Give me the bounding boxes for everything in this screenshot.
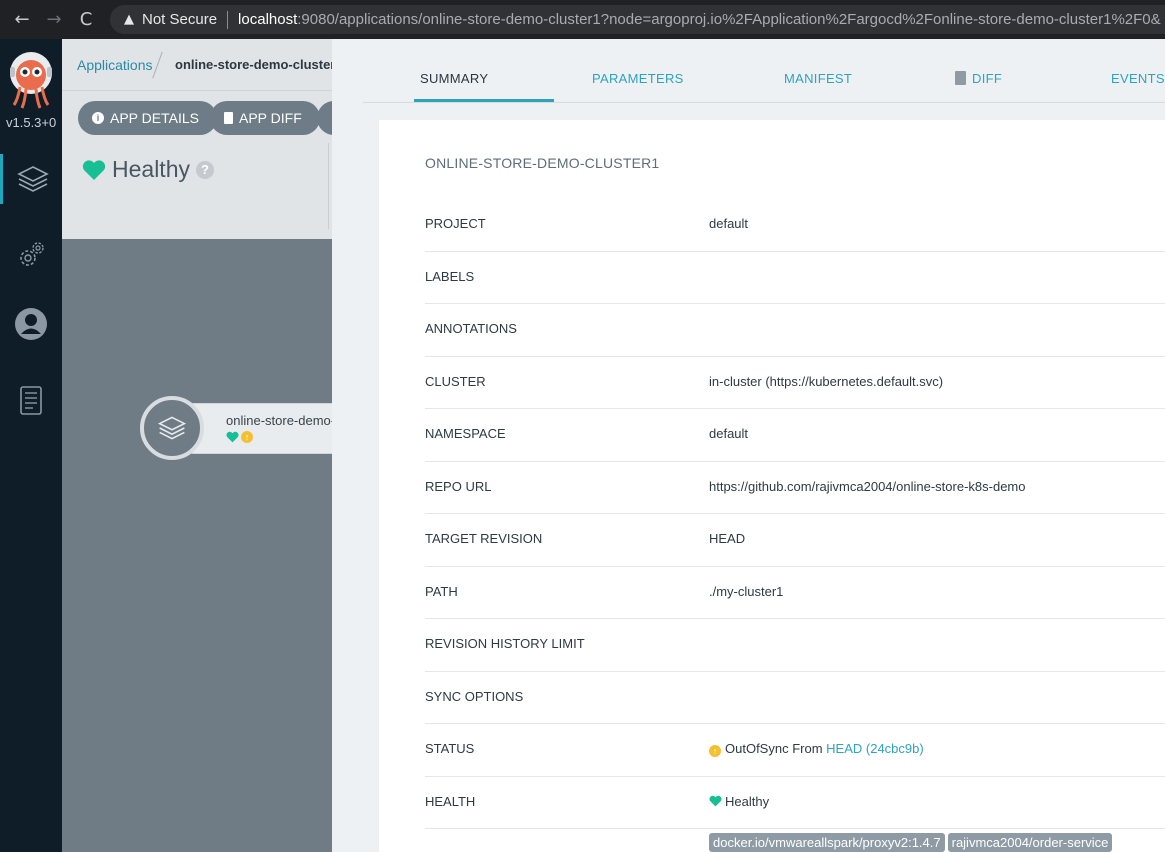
breadcrumb: Applications online-store-demo-cluster1 (62, 39, 332, 91)
app-diff-button[interactable]: APP DIFF (210, 101, 320, 135)
summary-card: ONLINE-STORE-DEMO-CLUSTER1 PROJECT defau… (379, 120, 1165, 852)
layers-icon (16, 166, 49, 192)
back-button[interactable]: ← (6, 9, 38, 30)
details-panel: SUMMARY PARAMETERS MANIFEST DIFF EVENTS … (332, 39, 1165, 852)
project-link[interactable]: default (709, 216, 748, 231)
tab-parameters[interactable]: PARAMETERS (592, 71, 684, 86)
docs-icon (20, 386, 42, 415)
file-diff-icon (955, 71, 966, 85)
divider (227, 10, 229, 29)
breadcrumb-applications-link[interactable]: Applications (77, 57, 153, 73)
row-key: REPO URL (425, 478, 492, 494)
application-tree-pane: Applications online-store-demo-cluster1 … (62, 39, 332, 852)
gear-icon (20, 242, 44, 266)
sidebar-item-docs[interactable] (0, 376, 62, 426)
app-diff-label: APP DIFF (239, 110, 302, 126)
argo-logo-icon[interactable] (8, 51, 54, 111)
repo-url-link[interactable]: https://github.com/rajivmca2004/online-s… (709, 479, 1025, 494)
row-key: LABELS (425, 268, 475, 284)
address-bar[interactable]: ▲ Not Secure localhost:9080/applications… (110, 5, 1165, 34)
summary-row-target-revision: TARGET REVISION HEAD (425, 514, 1165, 567)
app-details-button[interactable]: i APP DETAILS (78, 101, 217, 135)
app-details-label: APP DETAILS (110, 110, 199, 126)
image-tag: docker.io/vmwareallspark/proxyv2:1.4.7 (709, 833, 945, 852)
tab-events[interactable]: EVENTS (1111, 71, 1165, 86)
row-key: REVISION HISTORY LIMIT (425, 636, 585, 651)
row-key: NAMESPACE (425, 426, 506, 441)
layers-icon (157, 416, 187, 440)
app-header: Applications online-store-demo-cluster1 … (62, 39, 332, 239)
summary-row-status: STATUS ↑ OutOfSync From HEAD (24cbc9b) (425, 724, 1165, 777)
file-diff-icon (224, 112, 233, 124)
status-value: ↑ OutOfSync From HEAD (24cbc9b) (709, 741, 924, 757)
sidebar-item-user-info[interactable] (0, 299, 62, 349)
images-value: docker.io/vmwareallspark/proxyv2:1.4.7 ra… (709, 833, 1115, 852)
details-tabs: SUMMARY PARAMETERS MANIFEST DIFF EVENTS (363, 39, 1165, 103)
sidebar-item-settings[interactable] (0, 230, 62, 280)
url-host: localhost (238, 11, 298, 28)
row-value: ./my-cluster1 (709, 583, 784, 599)
tab-manifest[interactable]: MANIFEST (784, 71, 852, 86)
app-node-icon[interactable] (140, 396, 204, 460)
sidebar-item-applications[interactable] (0, 154, 62, 204)
row-key: SYNC OPTIONS (425, 688, 524, 704)
warning-icon: ▲ (124, 12, 134, 27)
out-of-sync-icon: ↑ (709, 745, 721, 757)
heart-icon (226, 431, 239, 443)
summary-row-labels: LABELS (425, 252, 1165, 304)
tab-summary[interactable]: SUMMARY (420, 71, 488, 86)
summary-row-namespace: NAMESPACE default (425, 409, 1165, 462)
breadcrumb-separator (152, 51, 163, 79)
sync-button[interactable] (317, 101, 332, 135)
health-label: Healthy (112, 156, 190, 182)
browser-toolbar: ← → C ▲ Not Secure localhost:9080/applic… (0, 0, 1165, 39)
image-tag: rajivmca2004/order-service (947, 833, 1113, 852)
app-node-name: online-store-demo-cluster1 (226, 413, 332, 428)
heart-icon (82, 159, 106, 180)
summary-row-repo-url: REPO URL https://github.com/rajivmca2004… (425, 462, 1165, 514)
summary-row-images: IMAGES docker.io/vmwareallspark/proxyv2:… (425, 829, 1165, 852)
row-value: default (709, 426, 749, 441)
divider (328, 143, 329, 229)
info-icon: i (92, 112, 104, 124)
health-value: Healthy (709, 794, 769, 809)
help-icon[interactable]: ? (195, 160, 214, 179)
row-key: PROJECT (425, 216, 486, 231)
main-sidebar: v1.5.3+0 (0, 39, 62, 852)
heart-icon (709, 795, 722, 806)
app-node-card[interactable] (189, 403, 332, 454)
active-tab-indicator (414, 99, 554, 102)
out-of-sync-icon: ↑ (241, 431, 253, 443)
summary-row-annotations: ANNOTATIONS (425, 304, 1165, 357)
health-text: Healthy (725, 793, 770, 809)
app-name-title: ONLINE-STORE-DEMO-CLUSTER1 (425, 155, 660, 171)
target-revision-link[interactable]: HEAD (709, 531, 745, 546)
summary-row-path: PATH ./my-cluster1 (425, 567, 1165, 619)
summary-row-revision-history-limit: REVISION HISTORY LIMIT (425, 619, 1165, 672)
summary-row-cluster: CLUSTER in-cluster (https://kubernetes.d… (425, 357, 1165, 409)
status-text: OutOfSync From (725, 741, 823, 756)
tab-diff-label: DIFF (972, 71, 1003, 86)
app-node-status: ↑ (226, 431, 253, 443)
row-key: PATH (425, 583, 458, 599)
row-key: CLUSTER (425, 373, 486, 389)
row-key: HEALTH (425, 793, 476, 809)
forward-button[interactable]: → (38, 9, 70, 30)
reload-button[interactable]: C (70, 9, 102, 30)
version-label: v1.5.3+0 (6, 115, 57, 130)
summary-row-health: HEALTH Healthy (425, 777, 1165, 829)
row-key: STATUS (425, 741, 475, 756)
status-revision-link[interactable]: HEAD (24cbc9b) (826, 741, 924, 756)
row-key: ANNOTATIONS (425, 321, 517, 336)
summary-row-sync-options: SYNC OPTIONS (425, 672, 1165, 724)
security-label: Not Secure (142, 11, 218, 28)
user-icon (15, 308, 47, 340)
summary-row-project: PROJECT default (425, 199, 1165, 252)
tab-diff[interactable]: DIFF (955, 71, 1002, 86)
url-path: :9080/applications/online-store-demo-clu… (297, 11, 1161, 28)
app-health-status: Healthy ? (82, 156, 214, 183)
row-key: TARGET REVISION (425, 531, 543, 546)
breadcrumb-current: online-store-demo-cluster1 (175, 57, 332, 72)
row-value: in-cluster (https://kubernetes.default.s… (709, 373, 944, 389)
